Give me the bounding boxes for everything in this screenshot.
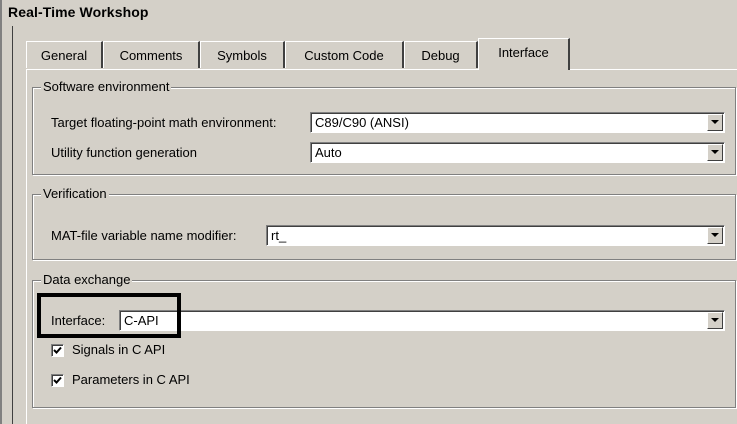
parameters-checkbox-row[interactable]: Parameters in C API xyxy=(51,372,190,388)
interface-highlight-box xyxy=(37,293,181,338)
group-legend: Verification xyxy=(41,186,109,202)
tab-label: Symbols xyxy=(217,47,267,63)
checkmark-icon xyxy=(53,346,62,354)
select-value: C89/C90 (ANSI) xyxy=(315,115,409,130)
tab-label: Debug xyxy=(421,47,460,63)
tab-label: Comments xyxy=(119,47,183,63)
chevron-down-icon[interactable] xyxy=(707,114,723,131)
signals-label: Signals in C API xyxy=(72,342,166,357)
checkmark-icon xyxy=(53,376,62,384)
math-env-select[interactable]: C89/C90 (ANSI) xyxy=(310,112,725,133)
interface-select[interactable]: C-API xyxy=(119,310,725,331)
panel-divider xyxy=(12,26,13,424)
chevron-down-icon[interactable] xyxy=(707,227,723,244)
select-value: rt_ xyxy=(271,228,287,243)
tab-symbols[interactable]: Symbols xyxy=(200,41,285,68)
math-env-label: Target floating-point math environment: xyxy=(51,115,277,130)
tab-comments[interactable]: Comments xyxy=(103,41,200,68)
group-legend: Software environment xyxy=(41,79,172,95)
tab-label: Custom Code xyxy=(304,47,384,63)
tab-general[interactable]: General xyxy=(26,41,103,68)
tab-label: Interface xyxy=(498,45,549,60)
tab-label: General xyxy=(40,47,88,63)
rtw-config-panel: Real-Time Workshop General Comments Symb… xyxy=(0,0,737,424)
mat-modifier-select[interactable]: rt_ xyxy=(266,225,725,246)
utility-label: Utility function generation xyxy=(51,145,197,160)
signals-checkbox[interactable] xyxy=(51,343,64,357)
mat-modifier-label: MAT-file variable name modifier: xyxy=(51,228,237,243)
chevron-down-icon[interactable] xyxy=(707,312,723,329)
parameters-checkbox[interactable] xyxy=(51,373,64,387)
group-legend: Data exchange xyxy=(41,272,133,288)
chevron-down-icon[interactable] xyxy=(707,144,723,161)
parameters-label: Parameters in C API xyxy=(72,372,190,387)
tab-custom-code[interactable]: Custom Code xyxy=(285,41,404,68)
tab-interface[interactable]: Interface xyxy=(478,38,570,70)
page-title: Real-Time Workshop xyxy=(8,4,149,20)
signals-checkbox-row[interactable]: Signals in C API xyxy=(51,342,165,358)
tab-debug[interactable]: Debug xyxy=(404,41,478,68)
select-value: Auto xyxy=(315,145,342,160)
utility-select[interactable]: Auto xyxy=(310,142,725,163)
